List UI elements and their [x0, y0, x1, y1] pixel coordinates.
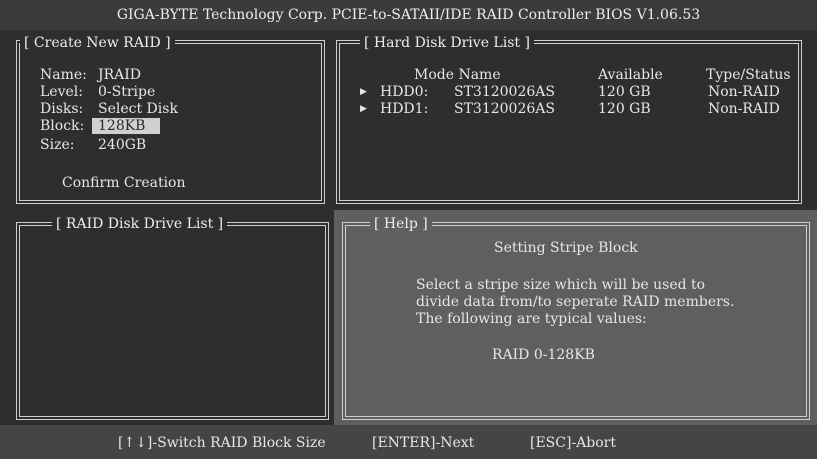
level-label: Level:	[40, 84, 83, 100]
help-title-text: [ Help ]	[374, 216, 428, 232]
help-title: [ Help ]	[370, 216, 432, 232]
hdd-list-panel	[336, 40, 802, 204]
help-line: Select a stripe size which will be used …	[416, 277, 706, 293]
hdd1-available: 120 GB	[598, 101, 651, 117]
name-value[interactable]: JRAID	[98, 67, 141, 83]
raid-disk-list-panel	[16, 222, 329, 420]
header-available: Available	[598, 67, 663, 83]
level-value[interactable]: 0-Stripe	[98, 84, 155, 100]
block-value[interactable]: 128KB	[92, 118, 160, 134]
triangle-right-icon: ▶	[360, 104, 367, 114]
hdd0-mode[interactable]: HDD0:	[380, 84, 428, 100]
hdd0-name[interactable]: ST3120026AS	[454, 84, 555, 100]
footer-abort-hint: [ESC]-Abort	[530, 435, 616, 451]
size-value[interactable]: 240GB	[98, 137, 146, 153]
size-label: Size:	[40, 137, 75, 153]
hdd1-name[interactable]: ST3120026AS	[454, 101, 555, 117]
hdd0-status: Non-RAID	[708, 84, 780, 100]
block-label: Block:	[40, 118, 85, 134]
hdd-list-title: [ Hard Disk Drive List ]	[360, 35, 534, 51]
create-raid-title: [ Create New RAID ]	[20, 35, 175, 51]
header-mode-name: Mode Name	[414, 67, 501, 83]
help-line: The following are typical values:	[416, 311, 647, 327]
disks-label: Disks:	[40, 101, 84, 117]
create-raid-title-text: [ Create New RAID ]	[24, 35, 171, 51]
header-type-status: Type/Status	[706, 67, 791, 83]
hdd1-mode[interactable]: HDD1:	[380, 101, 428, 117]
hdd-list-title-text: [ Hard Disk Drive List ]	[364, 35, 530, 51]
footer-next-hint: [ENTER]-Next	[372, 435, 475, 451]
bios-title: GIGA-BYTE Technology Corp. PCIE-to-SATAI…	[0, 0, 817, 30]
footer-switch-hint: [↑↓]-Switch RAID Block Size	[118, 435, 326, 451]
raid-disk-list-title: [ RAID Disk Drive List ]	[52, 216, 228, 232]
hdd0-available: 120 GB	[598, 84, 651, 100]
help-heading: Setting Stripe Block	[494, 240, 638, 256]
raid-disk-list-title-text: [ RAID Disk Drive List ]	[56, 216, 224, 232]
confirm-creation-button[interactable]: Confirm Creation	[62, 175, 186, 191]
name-label: Name:	[40, 67, 87, 83]
help-line: divide data from/to seperate RAID member…	[416, 294, 735, 310]
triangle-right-icon: ▶	[360, 87, 367, 97]
help-value: RAID 0-128KB	[492, 347, 595, 363]
hdd1-status: Non-RAID	[708, 101, 780, 117]
disks-value[interactable]: Select Disk	[98, 101, 178, 117]
